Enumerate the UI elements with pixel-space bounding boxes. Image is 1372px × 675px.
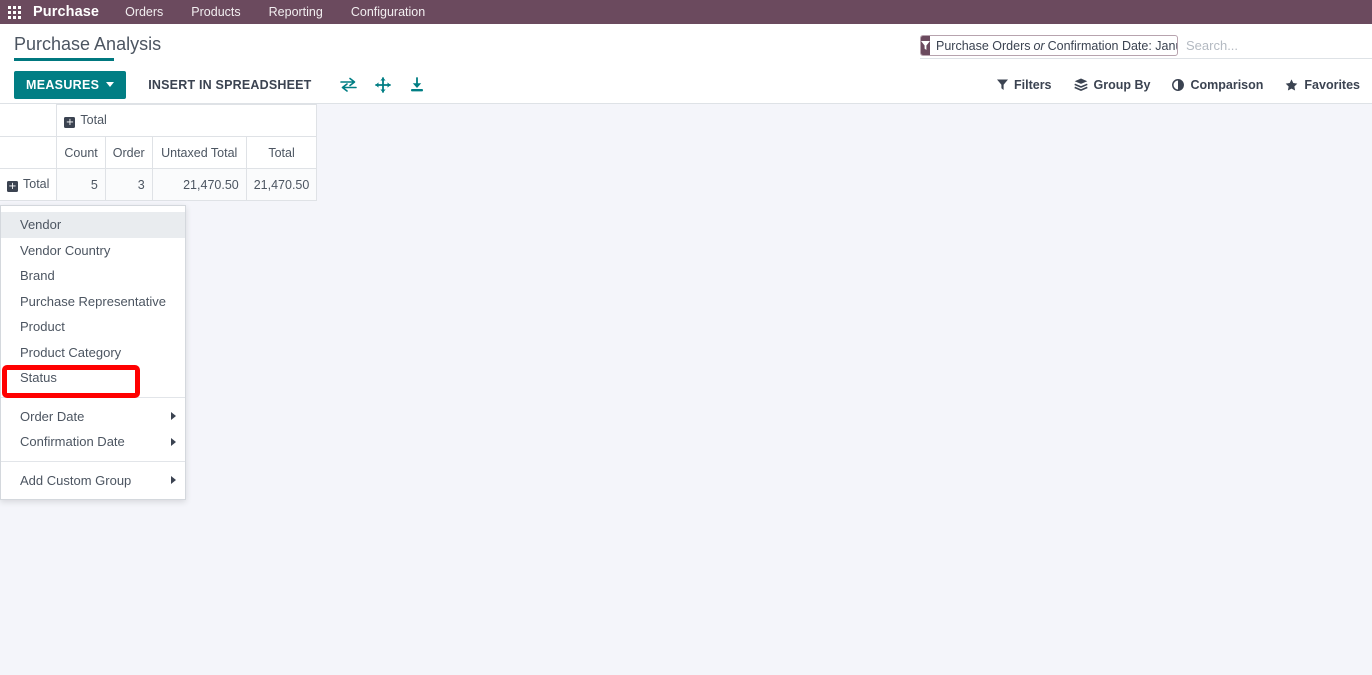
dropdown-item-status[interactable]: Status bbox=[1, 365, 185, 391]
pivot-corner-cell bbox=[0, 104, 58, 137]
star-icon bbox=[1286, 78, 1298, 91]
nav-item-orders[interactable]: Orders bbox=[125, 5, 163, 19]
dropdown-item-label: Brand bbox=[20, 268, 55, 284]
pivot-measure-order[interactable]: Order bbox=[104, 136, 153, 169]
groupby-menu-label: Group By bbox=[1093, 77, 1151, 92]
groupby-dropdown-menu: Vendor Vendor Country Brand Purchase Rep… bbox=[0, 205, 186, 500]
pivot-column-group-total[interactable]: + Total bbox=[56, 104, 318, 137]
nav-item-configuration[interactable]: Configuration bbox=[351, 5, 425, 19]
layers-icon bbox=[1073, 78, 1088, 91]
dropdown-item-label: Vendor bbox=[20, 217, 62, 233]
expand-plus-icon[interactable]: + bbox=[64, 117, 76, 128]
flip-axis-icon[interactable] bbox=[339, 77, 357, 92]
filter-icon bbox=[997, 79, 1008, 90]
page-title: Purchase Analysis bbox=[14, 34, 162, 54]
nav-item-reporting[interactable]: Reporting bbox=[269, 5, 323, 19]
dropdown-item-order-date[interactable]: Order Date bbox=[1, 404, 185, 430]
pivot-cell-untaxed-total: 21,470.50 bbox=[151, 168, 247, 201]
dropdown-item-label: Vendor Country bbox=[20, 242, 111, 258]
dropdown-item-label: Purchase Representative bbox=[20, 293, 166, 309]
top-navbar: Purchase Orders Products Reporting Confi… bbox=[0, 0, 1372, 24]
dropdown-item-label: Confirmation Date bbox=[20, 434, 125, 450]
control-panel: Purchase Analysis Purchase Orders or Con… bbox=[0, 24, 1372, 104]
title-underline bbox=[14, 58, 114, 61]
chevron-down-icon bbox=[106, 82, 115, 87]
pivot-measure-untaxed-total[interactable]: Untaxed Total bbox=[151, 136, 247, 169]
dropdown-item-purchase-representative[interactable]: Purchase Representative bbox=[1, 289, 185, 315]
expand-plus-icon-row[interactable]: + bbox=[7, 181, 18, 192]
pivot-corner-cell-2 bbox=[0, 136, 58, 169]
favorites-menu-label: Favorites bbox=[1304, 77, 1360, 92]
pivot-measure-total[interactable]: Total bbox=[245, 136, 318, 169]
facet-text-part2: Confirmation Date: January 2023 bbox=[1047, 38, 1177, 53]
pivot-row-label: Total bbox=[23, 177, 50, 191]
measures-button-label: MEASURES bbox=[26, 77, 100, 92]
pivot-cell-order: 3 bbox=[104, 168, 153, 201]
search-input[interactable] bbox=[1178, 37, 1364, 54]
dropdown-item-vendor[interactable]: Vendor bbox=[1, 212, 185, 238]
app-brand-purchase[interactable]: Purchase bbox=[33, 4, 99, 20]
search-facet[interactable]: Purchase Orders or Confirmation Date: Ja… bbox=[920, 35, 1178, 56]
chevron-right-icon bbox=[171, 437, 176, 446]
pivot-group-header-row: + Total bbox=[0, 104, 318, 137]
dropdown-item-product[interactable]: Product bbox=[1, 314, 185, 340]
dropdown-divider-1 bbox=[1, 396, 185, 398]
pivot-column-group-label: Total bbox=[80, 113, 107, 127]
dropdown-item-product-category[interactable]: Product Category bbox=[1, 340, 185, 366]
dropdown-item-label: Product Category bbox=[20, 344, 122, 360]
filters-menu[interactable]: Filters bbox=[997, 78, 1052, 92]
chevron-right-icon bbox=[171, 476, 176, 485]
comparison-menu[interactable]: Comparison bbox=[1172, 78, 1263, 92]
filter-funnel-icon bbox=[921, 36, 930, 55]
insert-in-spreadsheet-button[interactable]: INSERT IN SPREADSHEET bbox=[144, 78, 315, 92]
search-area: Purchase Orders or Confirmation Date: Ja… bbox=[920, 33, 1372, 59]
chevron-right-icon bbox=[171, 412, 176, 421]
dropdown-item-label: Order Date bbox=[20, 408, 85, 424]
favorites-menu[interactable]: Favorites bbox=[1285, 78, 1360, 92]
breadcrumb: Purchase Analysis bbox=[0, 33, 161, 61]
table-row: + Total 5 3 21,470.50 21,470.50 bbox=[0, 168, 318, 201]
pivot-row-header-total[interactable]: + Total bbox=[0, 168, 58, 201]
dropdown-item-add-custom-group[interactable]: Add Custom Group bbox=[1, 468, 185, 494]
search-facet-label: Purchase Orders or Confirmation Date: Ja… bbox=[930, 36, 1177, 55]
expand-all-icon[interactable] bbox=[374, 76, 391, 93]
pivot-measure-count[interactable]: Count bbox=[56, 136, 106, 169]
contrast-circle-icon bbox=[1172, 78, 1185, 91]
dropdown-item-confirmation-date[interactable]: Confirmation Date bbox=[1, 429, 185, 455]
groupby-menu[interactable]: Group By bbox=[1073, 77, 1151, 92]
dropdown-item-label: Product bbox=[20, 319, 65, 335]
dropdown-item-label: Add Custom Group bbox=[20, 472, 132, 488]
apps-grid-icon[interactable] bbox=[8, 5, 21, 19]
dropdown-divider-2 bbox=[1, 460, 185, 462]
main-content: + Total Count Order Untaxed Total Total +… bbox=[0, 104, 1372, 675]
pivot-cell-total: 21,470.50 bbox=[245, 168, 318, 201]
facet-text-part1: Purchase Orders bbox=[936, 38, 1031, 53]
dropdown-item-vendor-country[interactable]: Vendor Country bbox=[1, 238, 185, 264]
comparison-menu-label: Comparison bbox=[1190, 77, 1264, 92]
pivot-measure-header-row: Count Order Untaxed Total Total bbox=[0, 136, 318, 169]
dropdown-item-label: Status bbox=[20, 370, 57, 386]
pivot-actions bbox=[339, 76, 425, 93]
download-xlsx-icon[interactable] bbox=[409, 76, 425, 93]
dropdown-item-brand[interactable]: Brand bbox=[1, 263, 185, 289]
nav-item-products[interactable]: Products bbox=[191, 5, 240, 19]
measures-button[interactable]: MEASURES bbox=[14, 70, 127, 99]
pivot-table: + Total Count Order Untaxed Total Total +… bbox=[0, 104, 318, 201]
filters-menu-label: Filters bbox=[1014, 77, 1052, 92]
pivot-cell-count: 5 bbox=[56, 168, 106, 201]
facet-conjunction: or bbox=[1033, 38, 1045, 53]
